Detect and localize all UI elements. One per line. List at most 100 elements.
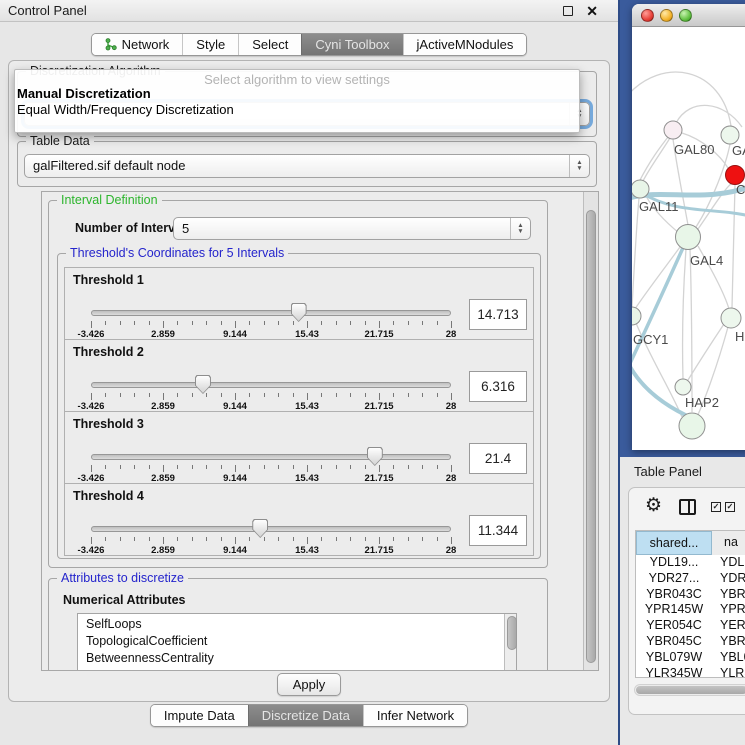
split-columns-icon[interactable]	[679, 499, 696, 515]
attribute-item[interactable]: SelfLoops	[78, 616, 504, 633]
table-cell: YBL079W	[636, 650, 712, 666]
table-cell: YBR0	[712, 634, 745, 650]
network-node[interactable]	[632, 180, 649, 198]
minimize-traffic-light-icon[interactable]	[660, 9, 673, 22]
network-edge[interactable]	[688, 324, 724, 380]
network-window-titlebar[interactable]	[632, 4, 745, 27]
algorithm-dropdown-popup: Select algorithm to view settings Manual…	[14, 69, 580, 133]
network-edge[interactable]	[635, 247, 680, 309]
scrollbar-thumb[interactable]	[507, 616, 517, 650]
scrollbar-thumb[interactable]	[586, 210, 596, 663]
network-edge[interactable]	[676, 105, 742, 127]
network-node-label: GCY1	[633, 332, 668, 347]
network-node[interactable]	[679, 413, 705, 439]
close-icon[interactable]: ✕	[586, 2, 598, 20]
tab-label: Select	[252, 34, 288, 55]
dropdown-item[interactable]: Manual Discretization	[15, 86, 579, 102]
threshold-value-field[interactable]: 14.713	[469, 299, 527, 330]
gear-icon[interactable]: ⚙	[645, 496, 662, 516]
slider-thumb-face	[292, 304, 306, 321]
table-row[interactable]: YBL079WYBL0	[636, 650, 745, 666]
threshold-value-field[interactable]: 6.316	[469, 371, 527, 402]
control-panel: Control Panel ✕ NetworkStyleSelectCyni T…	[0, 0, 618, 745]
network-edge[interactable]	[632, 72, 731, 126]
tab-infer-network[interactable]: Infer Network	[363, 705, 467, 726]
network-node-label: HAP2	[685, 395, 719, 410]
table-cell: YPR1	[712, 602, 745, 618]
group-title: Interval Definition	[57, 193, 162, 207]
slider-thumb[interactable]	[195, 375, 211, 394]
table-row[interactable]: YLR345WYLR3	[636, 666, 745, 678]
threshold-label: Threshold 1	[73, 273, 144, 287]
tab-cyni-toolbox[interactable]: Cyni Toolbox	[301, 34, 402, 55]
threshold-value-field[interactable]: 21.4	[469, 443, 527, 474]
attributes-list[interactable]: SelfLoopsTopologicalCoefficientBetweenne…	[77, 613, 517, 670]
network-node[interactable]	[632, 307, 641, 325]
scrollbar-thumb[interactable]	[636, 686, 745, 694]
table-data-combo[interactable]: galFiltered.sif default node ▲▼	[24, 154, 590, 178]
table-row[interactable]: YER054CYER0	[636, 618, 745, 634]
zoom-traffic-light-icon[interactable]	[679, 9, 692, 22]
threshold-slider[interactable]	[91, 526, 451, 532]
tab-jactivemnodules[interactable]: jActiveMNodules	[403, 34, 527, 55]
table-cell: YBR043C	[636, 587, 712, 603]
column-header[interactable]: na	[712, 531, 745, 555]
slider-ticks	[91, 321, 451, 329]
network-node-label: GA	[732, 143, 745, 158]
slider-thumb[interactable]	[252, 519, 268, 538]
threshold-slider[interactable]	[91, 454, 451, 460]
tab-impute-data[interactable]: Impute Data	[151, 705, 248, 726]
close-traffic-light-icon[interactable]	[641, 9, 654, 22]
threshold-coordinates-group: Threshold's Coordinates for 5 Intervals …	[57, 253, 541, 559]
network-node[interactable]	[675, 379, 691, 395]
node-table-card: ⚙ ✓ ✓ shared...na YDL19...YDL1YDR27...YD…	[628, 487, 745, 715]
table-horizontal-scrollbar[interactable]	[634, 684, 745, 696]
slider-thumb[interactable]	[367, 447, 383, 466]
network-edge[interactable]	[640, 137, 668, 180]
threshold-slider[interactable]	[91, 310, 451, 316]
threshold-row: Threshold 3-3.4262.8599.14415.4321.71528…	[64, 411, 534, 484]
threshold-value-field[interactable]: 11.344	[469, 515, 527, 546]
table-row[interactable]: YDR27...YDR2	[636, 571, 745, 587]
table-row[interactable]: YPR145WYPR1	[636, 602, 745, 618]
table-row[interactable]: YDL19...YDL1	[636, 555, 745, 571]
slider-thumb-face	[196, 376, 210, 393]
number-of-intervals-combo[interactable]: 5 ▲▼	[173, 217, 531, 240]
network-edge[interactable]	[643, 138, 670, 181]
network-node[interactable]	[676, 225, 701, 250]
attribute-item[interactable]: BetweennessCentrality	[78, 650, 504, 667]
network-edge[interactable]	[732, 185, 735, 308]
tab-style[interactable]: Style	[182, 34, 238, 55]
table-row[interactable]: YBR045CYBR0	[636, 634, 745, 650]
settings-scrollbar[interactable]	[583, 192, 598, 670]
threshold-slider[interactable]	[91, 382, 451, 388]
network-node[interactable]	[664, 121, 682, 139]
attribute-item[interactable]: TopologicalCoefficient	[78, 633, 504, 650]
checkbox-icon[interactable]: ✓	[711, 502, 721, 512]
tab-network[interactable]: Network	[92, 34, 183, 55]
threshold-row: Threshold 1-3.4262.8599.14415.4321.71528…	[64, 267, 534, 340]
checkbox-icon[interactable]: ✓	[725, 502, 735, 512]
threshold-row: Threshold 4-3.4262.8599.14415.4321.71528…	[64, 483, 534, 556]
tab-label: jActiveMNodules	[417, 34, 514, 55]
apply-button[interactable]: Apply	[277, 673, 341, 696]
dropdown-item[interactable]: Equal Width/Frequency Discretization	[15, 102, 579, 118]
network-node[interactable]	[721, 308, 741, 328]
tab-label: Cyni Toolbox	[315, 34, 389, 55]
attributes-scrollbar[interactable]	[504, 614, 516, 670]
network-edge[interactable]	[632, 198, 639, 307]
slider-tick-labels: -3.4262.8599.14415.4321.71528	[91, 545, 451, 556]
column-header[interactable]: shared...	[636, 531, 712, 555]
network-node-label: GAL80	[674, 142, 714, 157]
table-cell: YBR045C	[636, 634, 712, 650]
combo-stepper-icon: ▲▼	[510, 218, 530, 239]
tab-select[interactable]: Select	[238, 34, 301, 55]
network-canvas[interactable]: GAL80GACGAL11GAL4GCY1HHAP2	[632, 27, 745, 450]
network-edge-highlighted[interactable]	[632, 241, 686, 372]
tab-discretize-data[interactable]: Discretize Data	[248, 705, 363, 726]
network-node[interactable]	[721, 126, 739, 144]
table-row[interactable]: YBR043CYBR0	[636, 587, 745, 603]
float-window-icon[interactable]	[563, 6, 573, 16]
slider-thumb[interactable]	[291, 303, 307, 322]
network-edge[interactable]	[683, 249, 686, 379]
